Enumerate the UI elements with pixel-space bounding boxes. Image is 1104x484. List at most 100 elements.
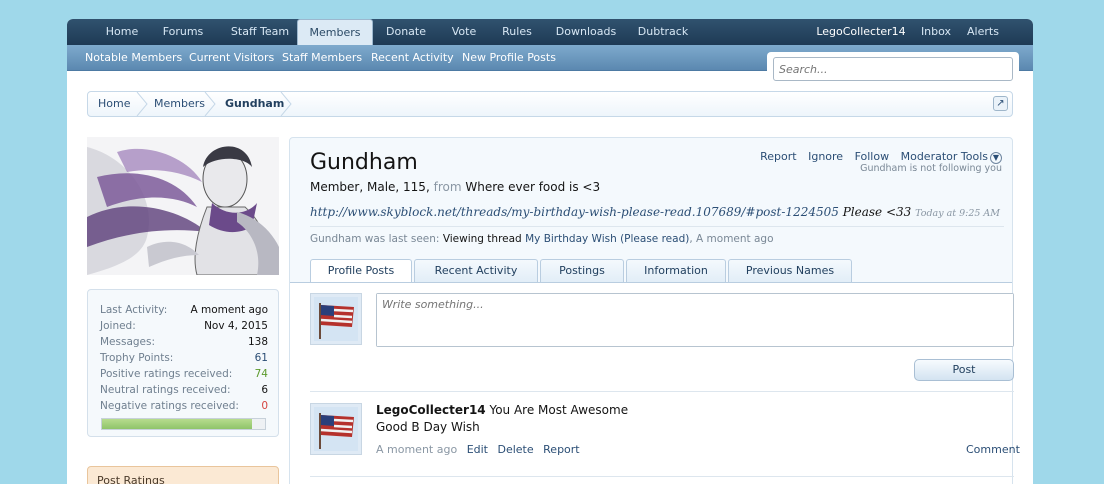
tab-recent-activity[interactable]: Recent Activity [414, 259, 538, 283]
stat-value: A moment ago [190, 304, 269, 316]
profile-post-input[interactable] [377, 294, 1013, 346]
composer-avatar[interactable] [310, 293, 362, 345]
stat-label: Messages: [100, 336, 156, 348]
post-header: LegoCollecter14 You Are Most Awesome [376, 403, 628, 417]
stat-label: Last Activity: [100, 304, 168, 316]
stat-value: 74 [254, 368, 268, 380]
last-seen-thread[interactable]: My Birthday Wish (Please read) [525, 233, 689, 245]
top-navigation: Home Forums Staff Team Members Donate Vo… [67, 19, 1033, 46]
divider [310, 226, 1004, 227]
stat-value: Nov 4, 2015 [204, 320, 268, 332]
stat-value: 0 [261, 400, 268, 412]
post-time[interactable]: A moment ago [376, 443, 457, 456]
breadcrumb-separator-icon [280, 92, 292, 116]
report-link[interactable]: Report [760, 150, 796, 163]
profile-avatar[interactable] [87, 137, 279, 275]
subnav-recent-activity[interactable]: Recent Activity [371, 45, 454, 70]
tab-previous-names[interactable]: Previous Names [728, 259, 852, 283]
stat-label: Negative ratings received: [100, 400, 239, 412]
stat-trophy-points: Trophy Points: 61 [100, 350, 268, 366]
nav-tab-dubtrack[interactable]: Dubtrack [631, 19, 695, 45]
divider [310, 391, 1014, 392]
stat-neutral-ratings: Neutral ratings received: 6 [100, 382, 268, 398]
nav-tab-rules[interactable]: Rules [495, 19, 539, 45]
last-seen-time: , A moment ago [689, 233, 774, 245]
post-meta: A moment ago Edit Delete Report [376, 443, 580, 456]
profile-info: Member, Male, 115, from Where ever food … [310, 180, 600, 194]
last-seen: Gundham was last seen: Viewing thread My… [310, 233, 774, 245]
breadcrumb: Home Members Gundham ↗ [87, 91, 1013, 117]
nav-tab-downloads[interactable]: Downloads [549, 19, 623, 45]
post-message: Good B Day Wish [376, 420, 480, 434]
breadcrumb-current[interactable]: Gundham [225, 92, 284, 116]
profile-name: Gundham [310, 150, 418, 175]
last-seen-action: Viewing thread [442, 233, 522, 245]
profile-post-composer [376, 293, 1014, 347]
post-author-avatar[interactable] [310, 403, 362, 455]
stat-label: Trophy Points: [100, 352, 174, 364]
stat-label: Neutral ratings received: [100, 384, 231, 396]
subnav-staff-members[interactable]: Staff Members [282, 45, 362, 70]
page-frame: Home Forums Staff Team Members Donate Vo… [67, 19, 1033, 484]
profile-status: http://www.skyblock.net/threads/my-birth… [310, 205, 1000, 219]
delete-link[interactable]: Delete [498, 443, 534, 456]
tab-profile-posts[interactable]: Profile Posts [310, 259, 412, 284]
status-text: Please <33 [842, 205, 912, 219]
status-link[interactable]: http://www.skyblock.net/threads/my-birth… [310, 205, 839, 219]
breadcrumb-separator-icon [204, 92, 216, 116]
tab-postings[interactable]: Postings [540, 259, 624, 283]
search-box [773, 57, 1013, 81]
nav-tab-vote[interactable]: Vote [441, 19, 487, 45]
inbox-link[interactable]: Inbox [917, 19, 955, 45]
edit-link[interactable]: Edit [467, 443, 488, 456]
subnav-notable-members[interactable]: Notable Members [85, 45, 182, 70]
subnav-new-profile-posts[interactable]: New Profile Posts [462, 45, 556, 70]
post-title: You Are Most Awesome [489, 403, 629, 417]
moderator-tools-link[interactable]: Moderator Tools [901, 150, 988, 163]
nav-tab-donate[interactable]: Donate [379, 19, 433, 45]
post-author[interactable]: LegoCollecter14 [376, 403, 486, 417]
stat-last-activity: Last Activity: A moment ago [100, 302, 268, 318]
post-ratings-title: Post Ratings [97, 474, 165, 484]
search-input[interactable] [774, 58, 1012, 80]
stat-value[interactable]: 138 [248, 334, 268, 350]
ignore-link[interactable]: Ignore [808, 150, 843, 163]
divider [310, 476, 1014, 477]
nav-tab-home[interactable]: Home [95, 19, 149, 45]
jump-to-icon[interactable]: ↗ [993, 96, 1008, 111]
comment-link[interactable]: Comment [966, 443, 1020, 456]
follow-link[interactable]: Follow [855, 150, 890, 163]
last-seen-prefix: Gundham was last seen: [310, 233, 440, 245]
profile-main: Gundham Member, Male, 115, from Where ev… [289, 137, 1020, 484]
tab-information[interactable]: Information [626, 259, 726, 283]
stat-label: Positive ratings received: [100, 368, 233, 380]
rating-meter-fill [102, 419, 252, 429]
breadcrumb-separator-icon [136, 92, 148, 116]
stat-label: Joined: [100, 320, 136, 332]
flag-avatar-icon [314, 297, 358, 341]
status-time: Today at 9:25 AM [915, 208, 1001, 219]
stat-value: 6 [261, 384, 268, 396]
flag-avatar-icon [314, 407, 358, 451]
breadcrumb-home[interactable]: Home [98, 92, 130, 116]
post-button[interactable]: Post [914, 359, 1014, 381]
report-post-link[interactable]: Report [543, 443, 579, 456]
stat-positive-ratings: Positive ratings received: 74 [100, 366, 268, 382]
profile-actions: Report Ignore Follow Moderator Tools ▼ [752, 150, 1002, 164]
stat-messages: Messages: 138 [100, 334, 268, 350]
breadcrumb-members[interactable]: Members [154, 92, 205, 116]
nav-tab-staff-team[interactable]: Staff Team [219, 19, 301, 45]
rating-meter [101, 418, 266, 430]
nav-tab-members[interactable]: Members [297, 19, 373, 46]
member-stats: Last Activity: A moment ago Joined: Nov 4,… [87, 289, 279, 437]
following-status: Gundham is not following you [860, 163, 1002, 174]
profile-info-from: from [433, 180, 462, 194]
post-ratings-box: Post Ratings [87, 466, 279, 484]
profile-location: Where ever food is <3 [465, 180, 601, 194]
stat-value[interactable]: 61 [255, 350, 268, 366]
nav-tab-forums[interactable]: Forums [155, 19, 211, 45]
user-menu[interactable]: LegoCollecter14 [813, 19, 909, 45]
stat-negative-ratings: Negative ratings received: 0 [100, 398, 268, 414]
subnav-current-visitors[interactable]: Current Visitors [189, 45, 274, 70]
alerts-link[interactable]: Alerts [963, 19, 1003, 45]
